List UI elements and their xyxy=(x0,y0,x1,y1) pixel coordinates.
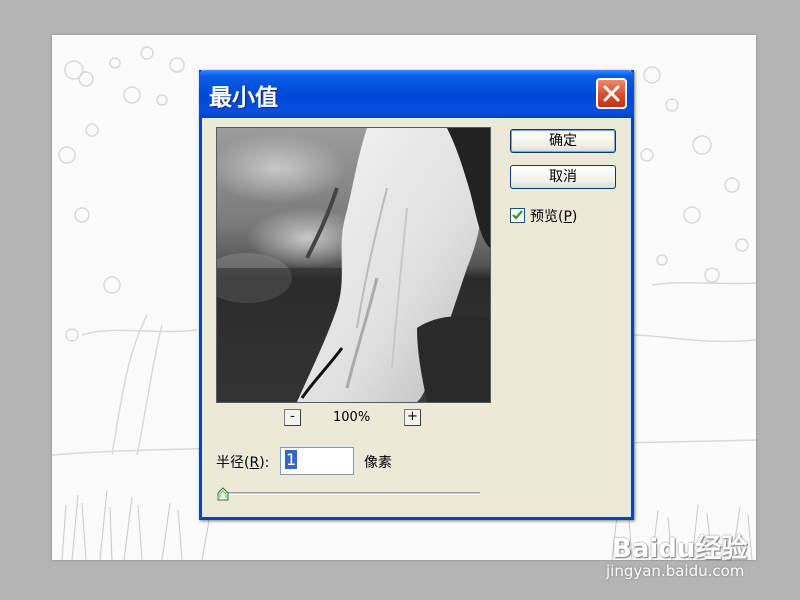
cancel-button[interactable]: 取消 xyxy=(510,165,616,189)
radius-slider-thumb[interactable] xyxy=(217,487,229,501)
preview-checkbox-label: 预览(P) xyxy=(530,209,578,225)
radius-slider-track[interactable] xyxy=(220,492,480,495)
zoom-in-button[interactable]: + xyxy=(404,409,421,426)
watermark-url: jingyan.baidu.com xyxy=(606,562,745,580)
close-x-icon xyxy=(603,85,620,102)
radius-unit-label: 像素 xyxy=(364,455,392,471)
radius-value: 1 xyxy=(285,450,298,469)
radius-input[interactable]: 1 xyxy=(280,447,354,475)
close-button[interactable] xyxy=(596,78,627,109)
preview-checkbox[interactable] xyxy=(510,208,525,223)
checkmark-icon xyxy=(512,210,523,220)
dialog-title: 最小值 xyxy=(209,85,278,111)
zoom-level: 100% xyxy=(333,410,371,425)
preview-image xyxy=(217,128,490,402)
baidu-jingyan-logo: Baidu经验 xyxy=(612,534,748,564)
filter-preview[interactable] xyxy=(216,127,491,403)
ok-button[interactable]: 确定 xyxy=(510,129,616,153)
dialog-titlebar[interactable]: 最小值 xyxy=(199,70,634,118)
radius-label: 半径(R): xyxy=(216,455,270,471)
zoom-out-button[interactable]: - xyxy=(284,409,301,426)
